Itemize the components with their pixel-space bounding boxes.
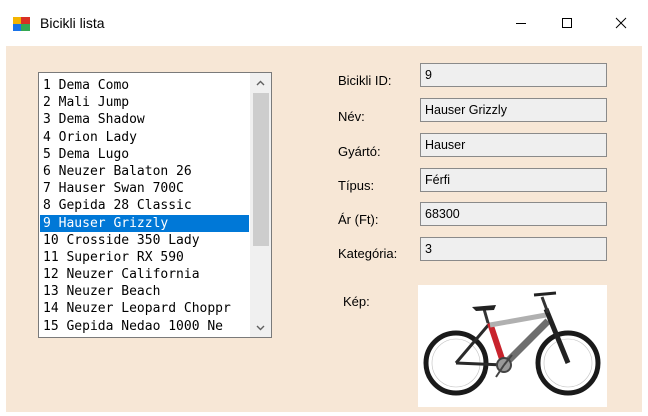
list-item[interactable]: 5 Dema Lugo [40, 146, 249, 163]
list-item[interactable]: 10 Crosside 350 Lady [40, 232, 249, 249]
scroll-down-button[interactable] [250, 318, 271, 337]
list-item[interactable]: 12 Neuzer California [40, 266, 249, 283]
type-field[interactable]: Férfi [420, 168, 607, 192]
scroll-up-icon [256, 80, 265, 85]
list-item[interactable]: 15 Gepida Nedao 1000 Ne [40, 318, 249, 335]
type-label: Típus: [338, 178, 375, 193]
minimize-icon [516, 23, 526, 24]
bicycle-image [423, 291, 601, 396]
list-item[interactable]: 3 Dema Shadow [40, 111, 249, 128]
name-field[interactable]: Hauser Grizzly [420, 98, 607, 122]
window-title: Bicikli lista [40, 15, 105, 31]
category-label: Kategória: [338, 246, 398, 261]
list-item[interactable]: 13 Neuzer Beach [40, 283, 249, 300]
list-item[interactable]: 6 Neuzer Balaton 26 [40, 163, 249, 180]
list-item[interactable]: 7 Hauser Swan 700C [40, 180, 249, 197]
title-bar: Bicikli lista [0, 0, 648, 46]
id-label: Bicikli ID: [338, 73, 392, 88]
scroll-up-button[interactable] [250, 73, 271, 92]
list-item[interactable]: 4 Orion Lady [40, 129, 249, 146]
list-item[interactable]: 14 Neuzer Leopard Choppr [40, 300, 249, 317]
image-label: Kép: [343, 294, 370, 309]
price-field[interactable]: 68300 [420, 202, 607, 226]
id-field[interactable]: 9 [420, 63, 607, 87]
list-item-selected[interactable]: 9 Hauser Grizzly [40, 214, 249, 232]
app-icon [13, 17, 30, 31]
maximize-button[interactable] [544, 0, 590, 46]
price-label: Ár (Ft): [338, 212, 379, 227]
maximize-icon [562, 18, 572, 28]
scroll-down-icon [256, 325, 265, 330]
close-button[interactable] [598, 0, 644, 46]
name-label: Név: [338, 109, 365, 124]
category-field[interactable]: 3 [420, 237, 607, 261]
bike-list: 1 Dema Como 2 Mali Jump 3 Dema Shadow 4 … [40, 77, 249, 335]
bike-listbox[interactable]: 1 Dema Como 2 Mali Jump 3 Dema Shadow 4 … [38, 72, 272, 338]
maker-field[interactable]: Hauser [420, 133, 607, 157]
maker-label: Gyártó: [338, 144, 381, 159]
minimize-button[interactable] [498, 0, 544, 46]
list-item[interactable]: 1 Dema Como [40, 77, 249, 94]
close-icon [615, 17, 627, 29]
list-scrollbar[interactable] [250, 73, 271, 337]
bike-picture [418, 285, 607, 407]
scroll-thumb[interactable] [253, 93, 269, 246]
list-item[interactable]: 11 Superior RX 590 [40, 249, 249, 266]
list-item[interactable]: 2 Mali Jump [40, 94, 249, 111]
list-item[interactable]: 8 Gepida 28 Classic [40, 197, 249, 214]
